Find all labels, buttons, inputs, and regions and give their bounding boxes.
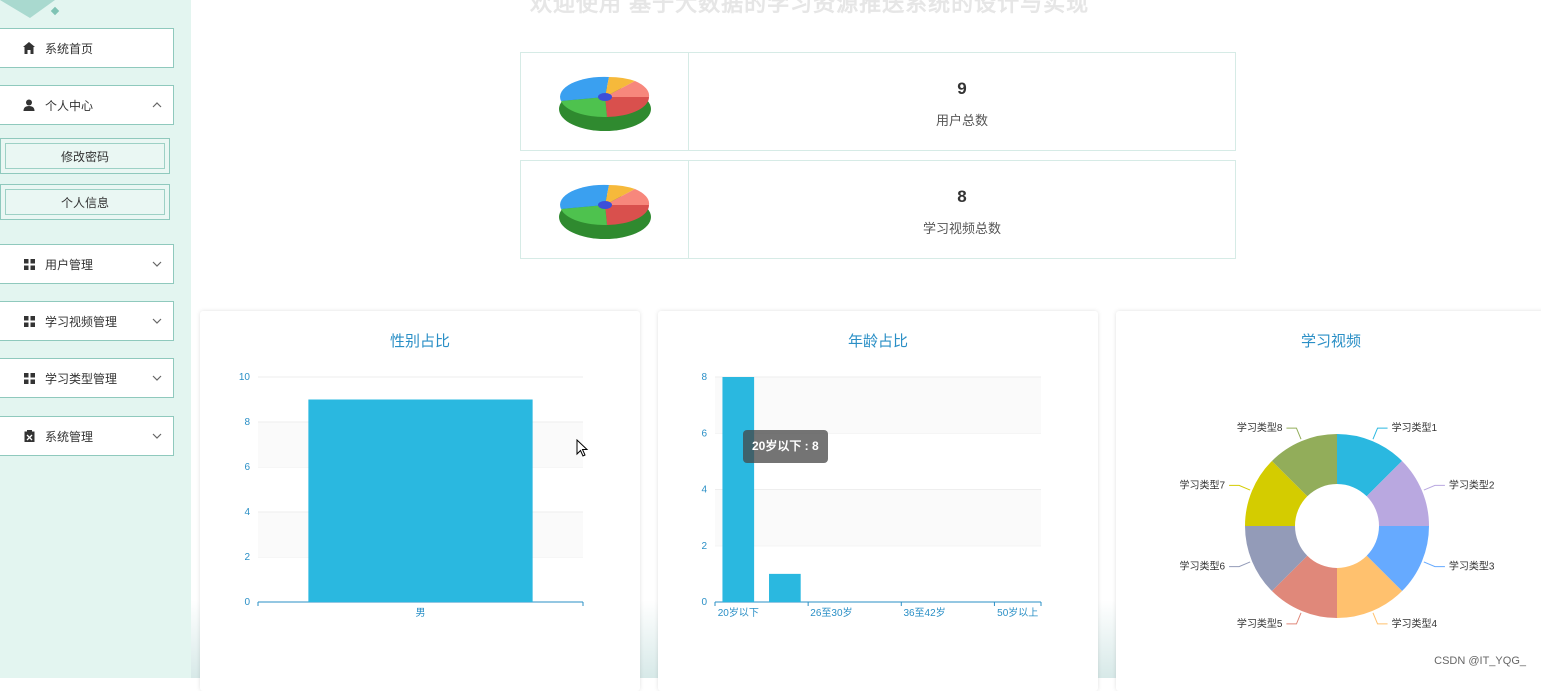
slice-label: 学习类型3 [1449,560,1495,573]
stat-value: 9 [957,79,967,98]
page-title: 欢迎使用 基于大数据的学习资源推送系统的设计与实现 [530,0,1090,16]
sidebar-item-label: 个人中心 [45,98,94,113]
chevron-down-icon [152,318,162,324]
sidebar: 系统首页 个人中心 修改密码 个人信息 用户管理 学习视频管理 学习类型管理 系… [0,0,191,678]
x-tick-label: 20岁以下 [718,606,759,619]
y-tick-label: 4 [701,485,707,496]
slice-label: 学习类型2 [1449,478,1495,491]
sidebar-item-home[interactable]: 系统首页 [0,28,174,68]
slice-label: 学习类型4 [1392,617,1438,630]
sidebar-subitem-label: 修改密码 [60,149,109,164]
bar [722,377,755,602]
mouse-cursor-icon [576,439,589,457]
chevron-down-icon [152,261,162,267]
chart-card-age: 年龄占比 0 2 4 6 8 20岁以下 26至30岁 36至42岁 50岁以上 [658,311,1098,691]
grid-icon [22,257,36,271]
sidebar-subitem-personal-info[interactable]: 个人信息 [0,184,170,220]
y-tick-label: 6 [701,428,707,439]
stat-card-videos: 8 学习视频总数 [520,160,1236,259]
label-leader-line [1423,561,1445,568]
clipboard-icon [22,429,36,443]
y-tick-label: 10 [239,372,251,383]
label-leader-line [1372,612,1388,625]
grid-band [715,377,1041,434]
sidebar-subitem-label: 个人信息 [60,195,109,210]
sidebar-item-label: 系统管理 [45,429,94,444]
sidebar-item-video-management[interactable]: 学习视频管理 [0,301,174,341]
sidebar-item-label: 系统首页 [45,41,94,56]
label-leader-line [1229,484,1251,491]
label-leader-line [1372,427,1388,440]
sidebar-subitem-change-password[interactable]: 修改密码 [0,138,170,174]
bar [308,399,533,602]
slice-label: 学习类型6 [1180,560,1226,573]
stat-value: 8 [957,187,967,206]
bar [769,573,801,602]
stat-label: 学习视频总数 [922,221,1001,236]
x-tick-label: 36至42岁 [903,606,945,619]
grid-icon [22,371,36,385]
chart-tooltip: 20岁以下 : 8 [743,430,828,463]
y-tick-label: 0 [701,597,707,608]
home-icon [22,41,36,55]
sidebar-decoration-icon [0,0,60,18]
chart-title: 年龄占比 [847,333,908,350]
grid-icon [22,314,36,328]
pie-3d-icon [521,53,689,150]
label-leader-line [1229,561,1251,568]
x-tick-label: 26至30岁 [810,606,852,619]
label-leader-line [1286,427,1302,440]
label-leader-line [1286,612,1302,625]
sidebar-item-label: 学习类型管理 [45,371,118,386]
x-tick-label: 男 [416,607,426,619]
slice-label: 学习类型8 [1237,421,1283,434]
stat-label: 用户总数 [935,113,988,128]
chart-card-gender: 性别占比 0 2 4 6 8 10 男 [200,311,640,691]
y-tick-label: 2 [244,552,250,563]
y-tick-label: 6 [244,462,250,473]
y-tick-label: 8 [244,417,250,428]
chart-title: 性别占比 [389,333,450,350]
y-tick-label: 4 [244,507,250,518]
sidebar-item-label: 用户管理 [45,257,94,272]
gender-bar-chart: 0 2 4 6 8 10 男 [239,372,584,619]
stat-card-users: 9 用户总数 [520,52,1236,151]
watermark: CSDN @IT_YQG_ [1434,655,1526,667]
sidebar-item-user-management[interactable]: 用户管理 [0,244,174,284]
pie-3d-icon [521,161,689,258]
chevron-down-icon [152,433,162,439]
x-tick-label: 50岁以上 [997,606,1038,619]
age-bar-chart: 0 2 4 6 8 20岁以下 26至30岁 36至42岁 50岁以上 [701,372,1042,619]
sidebar-item-personal-center[interactable]: 个人中心 [0,85,174,125]
chevron-up-icon [152,102,162,108]
y-tick-label: 0 [244,597,250,608]
sidebar-item-type-management[interactable]: 学习类型管理 [0,358,174,398]
slice-label: 学习类型1 [1392,421,1438,434]
video-donut-chart: 学习类型1 学习类型2 学习类型3 学习类型4 学习类型5 学习类型6 学习类型7 学习类型8 [1180,421,1495,630]
user-icon [22,98,36,112]
chevron-down-icon [152,375,162,381]
y-tick-label: 8 [701,372,707,383]
grid-band [715,489,1041,546]
chart-card-videos: 学习视频 学习类型1 学习类型2 学习类型3 学习类型4 学习类型5 学习类型6 学习类型7… [1116,311,1541,691]
chart-title: 学习视频 [1300,333,1361,350]
sidebar-item-system-management[interactable]: 系统管理 [0,416,174,456]
y-tick-label: 2 [701,541,707,552]
slice-label: 学习类型7 [1180,478,1226,491]
slice-label: 学习类型5 [1237,617,1283,630]
label-leader-line [1423,484,1445,491]
sidebar-item-label: 学习视频管理 [45,314,118,329]
